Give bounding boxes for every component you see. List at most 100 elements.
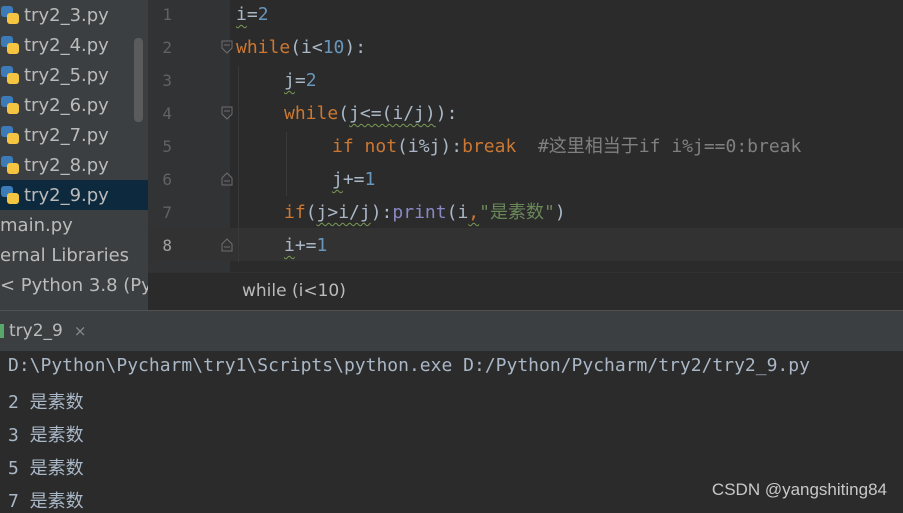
console-line: 2 是素数 [8,392,84,413]
token: , [468,202,480,223]
token: ): [435,103,458,124]
code-line-2: while(i<10): [236,31,366,64]
token: while [284,103,339,124]
python-file-icon [1,96,19,114]
line-number: 2 [162,38,172,57]
python-file-icon [1,36,19,54]
line-number: 5 [162,137,172,156]
token: 1 [364,169,376,190]
token: i [457,202,469,223]
token: = [246,4,258,25]
project-tree: try2_3.py try2_4.py try2_5.py try2_6.py … [0,0,148,310]
code-line-8: i+=1 [284,229,327,262]
token: not [364,136,398,157]
code-line-3: j=2 [284,64,317,97]
close-icon[interactable]: × [74,322,87,340]
token: i [301,37,312,58]
token: i [236,4,247,25]
token: i%j [407,136,441,157]
tab-run-try2-9[interactable]: try2_9 × [0,311,97,351]
line-number: 1 [162,5,172,24]
tree-item-main[interactable]: main.py [0,210,148,240]
console-line: D:\Python\Pycharm\try1\Scripts\python.ex… [8,355,810,376]
tree-item-label: try2_8.py [24,154,109,176]
python-file-icon [1,6,19,24]
token: if [332,136,354,157]
tree-item-try2-7[interactable]: try2_7.py [0,120,148,150]
tree-item-label: try2_5.py [24,64,109,86]
fold-marker-icon[interactable] [221,40,233,54]
tree-item-label: < Python 3.8 (Pyc [0,274,148,296]
indent-guide [286,132,287,196]
token: += [294,235,317,256]
token: ( [397,136,408,157]
python-file-icon [1,156,19,174]
token: ) [554,202,566,223]
token: = [294,70,306,91]
token: 1 [316,235,328,256]
code-line-7: if(j>i/j):print(i,"是素数") [284,196,566,229]
token: j [332,169,343,190]
tree-item-label: try2_7.py [24,124,109,146]
token: 2 [305,70,317,91]
fold-marker-icon[interactable] [221,106,233,120]
code-line-5: if not(i%j):break #这里相当于if i%j==0:break [332,130,801,163]
token: j>i/j [316,202,371,223]
comment: #这里相当于if i%j==0:break [537,136,802,157]
line-number: 7 [162,203,172,222]
fold-end-icon[interactable] [221,172,233,186]
tree-item-label: main.py [0,214,73,236]
token: ( [290,37,302,58]
token: ( [446,202,458,223]
breadcrumb-item[interactable]: while (i<10) [242,281,346,301]
console-line: 7 是素数 [8,491,84,512]
breadcrumb[interactable]: while (i<10) [148,272,903,311]
python-file-icon [1,186,19,204]
console-line: 5 是素数 [8,458,84,479]
tree-item-label: ernal Libraries [0,244,130,266]
python-file-icon [1,66,19,84]
token: j [284,70,295,91]
tree-item-try2-8[interactable]: try2_8.py [0,150,148,180]
tree-item-external-libraries[interactable]: ernal Libraries [0,240,148,270]
line-number: 4 [162,104,172,123]
tree-item-label: try2_4.py [24,34,109,56]
tree-item-label: try2_3.py [24,4,109,26]
tree-item-label: try2_9.py [24,184,109,206]
sidebar-scrollbar[interactable] [134,38,143,122]
tree-item-try2-4[interactable]: try2_4.py [0,30,148,60]
code-line-4: while(j<=(i/j)): [284,97,457,130]
token: 2 [257,4,269,25]
token: if [284,202,306,223]
tree-item-try2-6[interactable]: try2_6.py [0,90,148,120]
token: while [236,37,291,58]
console-line: 3 是素数 [8,425,84,446]
token: < [311,37,323,58]
token: "是素数" [479,202,555,223]
line-number: 3 [162,71,172,90]
tree-item-try2-9[interactable]: try2_9.py [0,180,148,210]
code-line-6: j+=1 [332,163,375,196]
line-number: 8 [162,236,172,255]
token: i [284,235,295,256]
indent-guide [238,66,239,262]
token: 10 [322,37,345,58]
current-line-highlight [148,228,903,261]
tree-item-label: try2_6.py [24,94,109,116]
token: print [392,202,447,223]
line-number: 6 [162,170,172,189]
token: break [462,136,517,157]
token: j<=(i/j) [349,103,436,124]
token: ): [344,37,367,58]
token: += [342,169,365,190]
token: ): [440,136,463,157]
token: ( [338,103,350,124]
fold-end-icon[interactable] [221,238,233,252]
tree-item-try2-3[interactable]: try2_3.py [0,0,148,30]
tree-item-python-sdk[interactable]: < Python 3.8 (Pyc [0,270,148,300]
run-tab-icon [0,324,4,338]
python-file-icon [1,126,19,144]
tree-item-try2-5[interactable]: try2_5.py [0,60,148,90]
